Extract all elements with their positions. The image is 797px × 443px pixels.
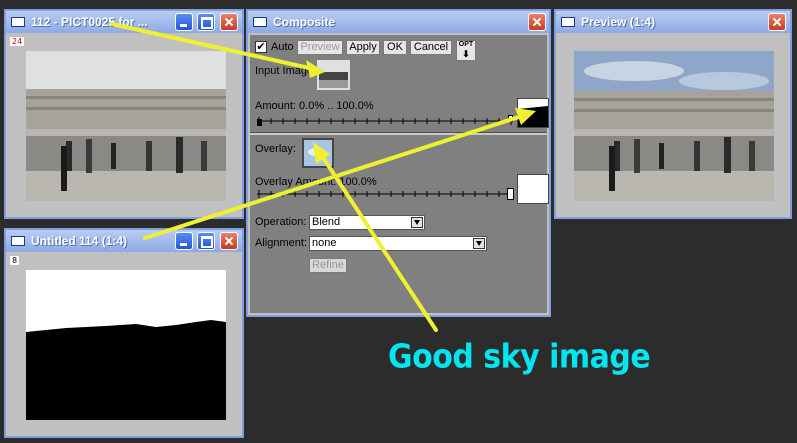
window-icon	[253, 17, 267, 27]
overlay-color-preview	[517, 174, 549, 204]
bit-depth-badge: 24	[10, 37, 25, 46]
amount-slider[interactable]	[257, 115, 513, 127]
composite-titlebar[interactable]: Composite	[248, 11, 549, 33]
close-button[interactable]	[220, 13, 238, 31]
mask-window-titlebar[interactable]: Untitled 114 (1:4)	[6, 230, 242, 252]
composite-dialog[interactable]: Composite ✔ Auto Preview Apply OK Cancel…	[246, 9, 551, 317]
ok-button[interactable]: OK	[383, 40, 407, 55]
window-title: 112 - PICT0025 for ...	[31, 15, 148, 29]
window-title: Preview (1:4)	[581, 15, 656, 29]
mask-image	[26, 270, 226, 420]
window-icon	[561, 17, 575, 27]
amount-min-handle[interactable]	[257, 119, 262, 126]
source-photo	[26, 51, 226, 201]
source-window-titlebar[interactable]: 112 - PICT0025 for ...	[6, 11, 242, 33]
window-icon	[11, 17, 25, 27]
maximize-button[interactable]	[197, 232, 215, 250]
operation-select[interactable]: Blend	[309, 215, 425, 230]
composite-panel: ✔ Auto Preview Apply OK Cancel OPT ⬇ Inp…	[250, 35, 549, 313]
close-button[interactable]	[220, 232, 238, 250]
preview-window[interactable]: Preview (1:4)	[554, 9, 792, 219]
amount-label: Amount: 0.0% .. 100.0%	[255, 100, 374, 112]
auto-label: Auto	[271, 41, 294, 53]
maximize-button[interactable]	[197, 13, 215, 31]
dropdown-arrow-icon	[411, 217, 423, 228]
preview-button[interactable]: Preview	[297, 40, 343, 55]
input-image-label: Input Image:	[255, 65, 317, 77]
overlay-image-thumbnail[interactable]	[302, 138, 334, 168]
overlay-label: Overlay:	[255, 143, 296, 155]
amount-mask-preview	[517, 98, 549, 128]
mask-image-window[interactable]: Untitled 114 (1:4) 8	[4, 228, 244, 438]
refine-button[interactable]: Refine	[309, 258, 347, 273]
amount-max-handle[interactable]	[508, 115, 513, 122]
bit-depth-badge: 8	[10, 256, 20, 265]
input-image-thumbnail[interactable]	[317, 60, 350, 90]
options-label: OPT	[458, 41, 474, 48]
options-button[interactable]: OPT ⬇	[456, 40, 476, 61]
dropdown-arrow-icon	[473, 238, 485, 249]
source-image-window[interactable]: 112 - PICT0025 for ... 24	[4, 9, 244, 219]
annotation-label: Good sky image	[388, 338, 651, 377]
overlay-amount-handle[interactable]	[507, 188, 514, 200]
apply-button[interactable]: Apply	[346, 40, 380, 55]
window-title: Untitled 114 (1:4)	[31, 234, 128, 248]
close-button[interactable]	[528, 13, 546, 31]
alignment-label: Alignment:	[255, 237, 307, 249]
window-title: Composite	[273, 15, 336, 29]
section-divider	[250, 132, 547, 135]
operation-value: Blend	[312, 216, 341, 228]
alignment-select[interactable]: none	[309, 236, 487, 251]
overlay-amount-slider[interactable]	[257, 188, 514, 200]
preview-photo	[574, 51, 774, 201]
alignment-value: none	[312, 237, 337, 249]
down-arrow-icon: ⬇	[462, 49, 470, 59]
window-icon	[11, 236, 25, 246]
operation-label: Operation:	[255, 216, 307, 228]
auto-checkbox[interactable]: ✔	[255, 41, 267, 53]
preview-window-titlebar[interactable]: Preview (1:4)	[556, 11, 790, 33]
minimize-button[interactable]	[175, 13, 193, 31]
close-button[interactable]	[768, 13, 786, 31]
minimize-button[interactable]	[175, 232, 193, 250]
cancel-button[interactable]: Cancel	[410, 40, 452, 55]
